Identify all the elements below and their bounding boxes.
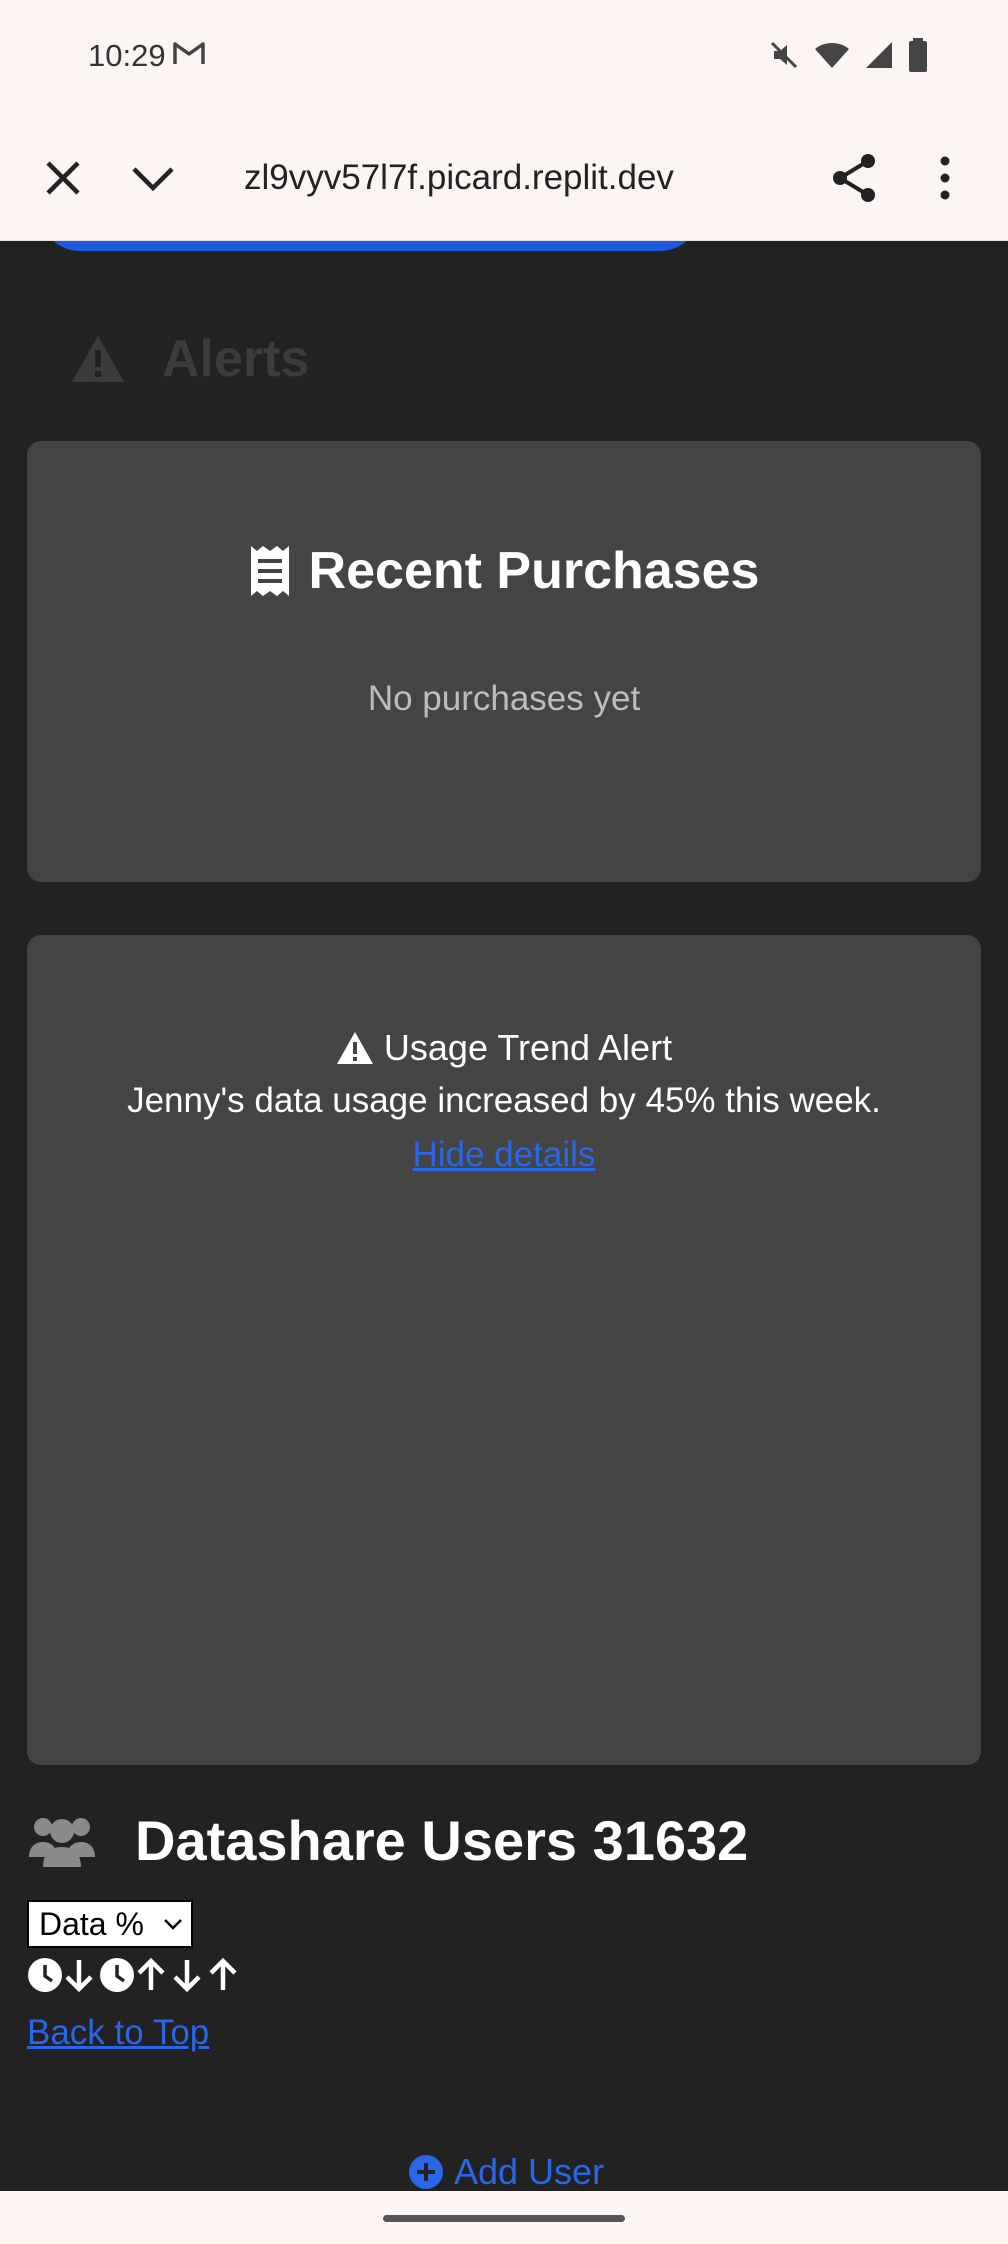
receipt-icon: [250, 546, 289, 596]
alerts-title: Alerts: [162, 330, 310, 388]
warning-icon: [72, 336, 124, 382]
users-icon: [29, 1817, 95, 1867]
hide-details-link[interactable]: Hide details: [413, 1135, 596, 1174]
chevron-down-icon[interactable]: [128, 155, 178, 201]
battery-icon: [909, 38, 927, 72]
browser-toolbar: zl9vyv57l7f.picard.replit.dev: [0, 115, 1008, 241]
arrow-up-icon: [137, 1957, 165, 1990]
sort-controls: [27, 1957, 239, 1993]
url-bar[interactable]: zl9vyv57l7f.picard.replit.dev: [244, 155, 764, 201]
more-vert-icon[interactable]: [930, 151, 960, 205]
warning-icon: [336, 1032, 373, 1064]
sort-time-desc[interactable]: [27, 1957, 95, 1993]
alerts-heading: Alerts: [70, 329, 309, 389]
usage-trend-alert-card: Usage Trend Alert Jenny's data usage inc…: [27, 935, 981, 1765]
status-bar: 10:29: [0, 0, 1008, 115]
status-time: 10:29: [88, 38, 166, 73]
back-to-top-link[interactable]: Back to Top: [27, 2013, 209, 2053]
add-user-button[interactable]: Add User: [408, 2151, 604, 2191]
usage-alert-message: Jenny's data usage increased by 45% this…: [127, 1081, 881, 1120]
sort-time-asc[interactable]: [99, 1957, 167, 1993]
gmail-icon: [173, 42, 205, 64]
primary-button-edge[interactable]: [40, 241, 700, 251]
usage-alert-title: Usage Trend Alert: [383, 1027, 673, 1068]
sort-select-value: Data %: [39, 1905, 144, 1942]
usage-alert-heading: Usage Trend Alert: [27, 1027, 981, 1069]
sort-data-asc[interactable]: [207, 1957, 239, 1993]
purchases-title: Recent Purchases: [308, 542, 760, 600]
arrow-down-icon: [65, 1960, 93, 1993]
signal-icon: [866, 42, 892, 68]
status-icons: [768, 38, 928, 72]
datashare-users-title: Datashare Users 31632: [135, 1809, 749, 1872]
close-icon[interactable]: [40, 155, 86, 201]
wifi-icon: [815, 43, 849, 68]
datashare-users-heading: Datashare Users 31632: [27, 1808, 748, 1873]
gesture-handle[interactable]: [383, 2215, 625, 2222]
clock-icon: [28, 1958, 62, 1992]
mute-icon: [770, 41, 798, 69]
purchases-heading: Recent Purchases: [27, 541, 981, 601]
share-icon[interactable]: [828, 151, 882, 205]
add-user-label: Add User: [454, 2151, 605, 2191]
purchases-empty-text: No purchases yet: [367, 679, 641, 718]
hide-details-wrapper: Hide details: [27, 1135, 981, 1175]
chevron-down-icon: [164, 1919, 182, 1930]
arrow-up-icon: [209, 1957, 237, 1990]
system-nav-bar: [0, 2191, 1008, 2244]
arrow-down-icon: [173, 1960, 201, 1993]
sort-select[interactable]: Data %: [27, 1900, 193, 1948]
page-content: Alerts Recent Purchases No purchases yet…: [0, 241, 1008, 2191]
sort-data-desc[interactable]: [171, 1957, 203, 1993]
plus-circle-icon: [409, 2155, 443, 2189]
recent-purchases-card: Recent Purchases No purchases yet: [27, 441, 981, 882]
clock-icon: [100, 1958, 134, 1992]
